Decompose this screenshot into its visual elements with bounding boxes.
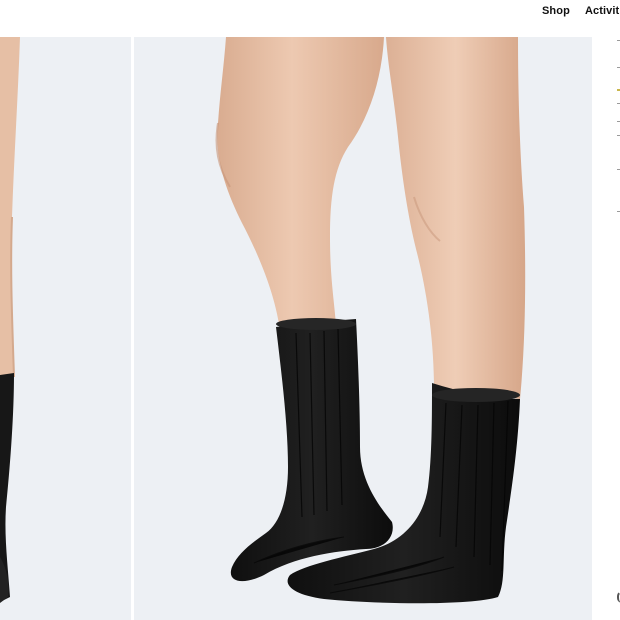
- nav-link-shop[interactable]: Shop: [542, 5, 570, 17]
- gallery-image-main[interactable]: [134, 37, 592, 620]
- top-navigation: Shop Activiti: [0, 0, 620, 28]
- product-page: Shop Activiti: [0, 0, 620, 620]
- product-info-column: [598, 37, 620, 620]
- product-photo-partial: [0, 37, 131, 620]
- gallery-image-previous[interactable]: [0, 37, 131, 620]
- product-photo-socks: [134, 37, 592, 620]
- nav-link-activities[interactable]: Activiti: [585, 5, 620, 17]
